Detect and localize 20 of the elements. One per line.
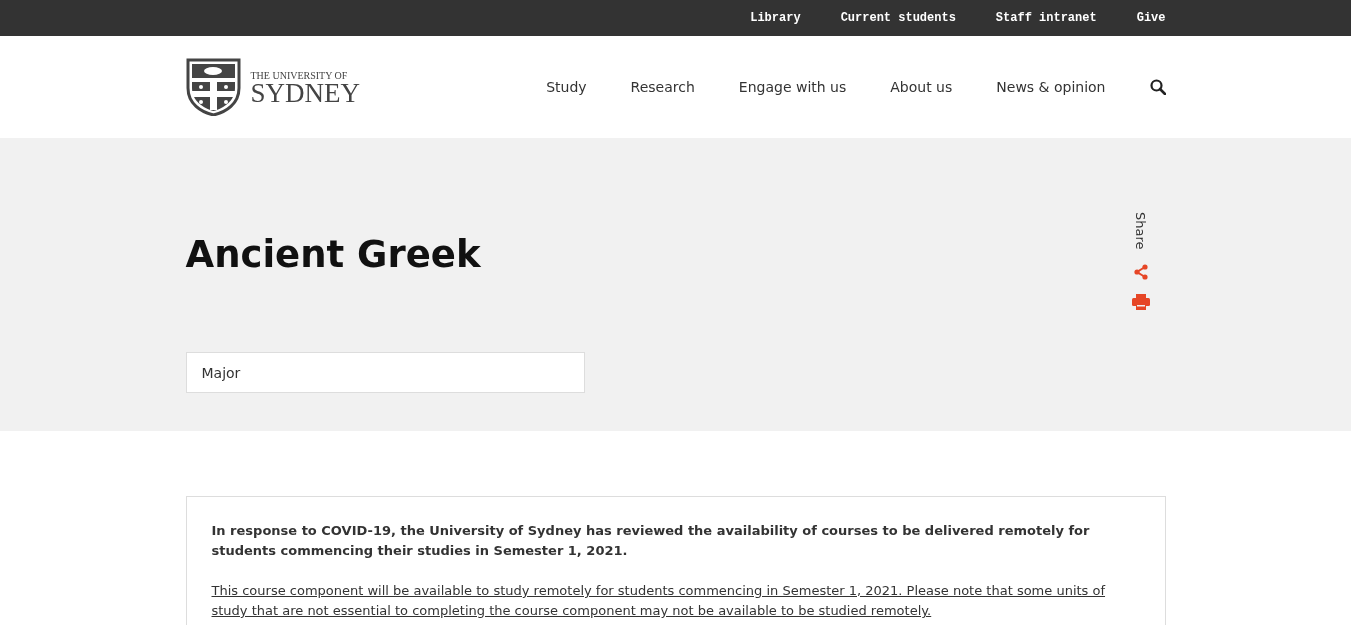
utility-link[interactable]: Current students bbox=[840, 11, 956, 25]
utility-link[interactable]: Give bbox=[1136, 11, 1166, 25]
page-title: Ancient Greek bbox=[185, 232, 482, 278]
logo-wordmark[interactable]: SYDNEY bbox=[250, 80, 360, 105]
notice-text: In response to COVID-19, the University of Sydney has reviewed the availability of courses to be delivered remotely for students commencing their studies in Semester 1, 2021. bbox=[211, 522, 1091, 560]
search-icon[interactable] bbox=[1149, 79, 1166, 95]
utility-link[interactable]: Library bbox=[750, 11, 801, 25]
nav-link[interactable]: Study bbox=[546, 79, 587, 95]
print-icon[interactable] bbox=[1131, 293, 1150, 310]
nav-link[interactable]: Research bbox=[630, 79, 695, 95]
nav-link[interactable]: Engage with us bbox=[738, 79, 847, 95]
share-icon[interactable] bbox=[1132, 263, 1149, 280]
course-type-tag: Major bbox=[185, 352, 585, 393]
logo-text[interactable]: THE UNIVERSITY OF bbox=[250, 69, 360, 81]
notice-link[interactable]: This course component will be available to study remotely for students commencing in Semester 1, 2021. Please note that some units of study that are not essential to completing the course component may not be available to be studied remotely. bbox=[211, 581, 1140, 621]
utility-link[interactable]: Staff intranet bbox=[995, 11, 1097, 25]
nav-link[interactable]: About us bbox=[890, 79, 953, 95]
nav-link[interactable]: News & opinion bbox=[996, 79, 1106, 95]
crest-icon bbox=[185, 58, 241, 116]
share-label: Share bbox=[1133, 212, 1148, 250]
